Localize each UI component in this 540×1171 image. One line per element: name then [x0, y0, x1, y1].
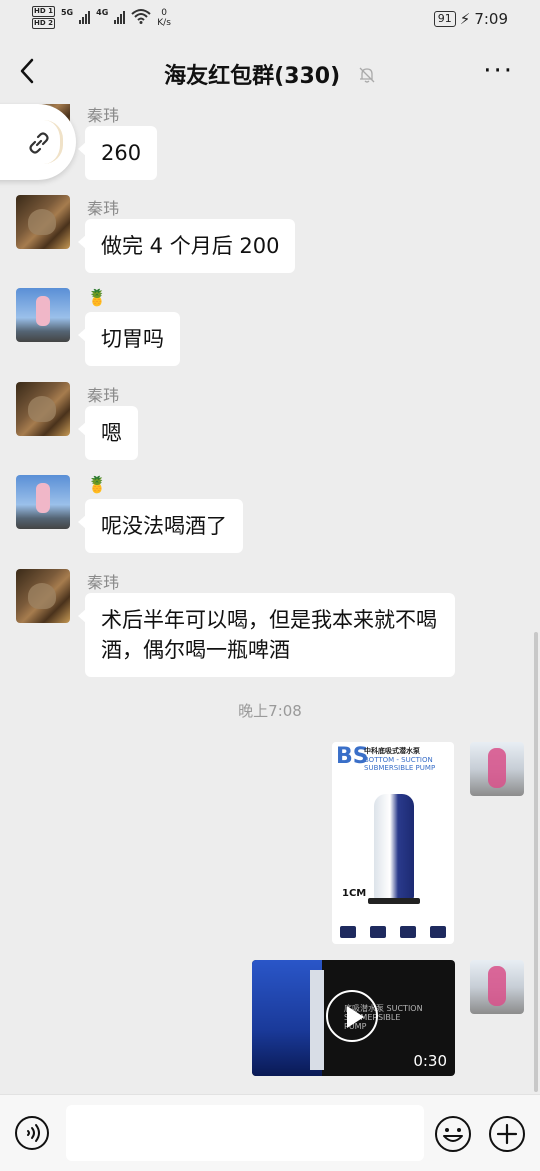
play-icon[interactable]	[326, 990, 378, 1042]
avatar[interactable]	[16, 382, 70, 436]
message-bubble[interactable]: 术后半年可以喝，但是我本来就不喝酒，偶尔喝一瓶啤酒	[78, 593, 455, 677]
sim2-label: HD 2	[32, 18, 55, 29]
pump-illustration	[374, 794, 414, 902]
video-thumbnail-detail	[310, 970, 324, 1070]
network-speed: 0 K/s	[157, 8, 171, 28]
clock: 7:09	[474, 10, 508, 28]
avatar[interactable]	[16, 288, 70, 342]
speed-value: 0	[161, 8, 167, 18]
video-message[interactable]: 底吸潜水泵 SUCTION SUBMERSIBLE PUMP 0:30	[252, 960, 455, 1076]
bell-muted-icon	[358, 65, 376, 90]
sender-name: 🍍	[87, 475, 107, 494]
floating-link-button[interactable]	[0, 104, 76, 180]
sender-name: 秦玮	[87, 199, 120, 218]
pump-title-cn: 中科底吸式潜水泵	[364, 747, 420, 755]
avatar[interactable]	[16, 195, 70, 249]
message-bubble[interactable]: 做完 4 个月后 200	[77, 219, 296, 273]
sim1-label: HD 1	[32, 6, 55, 17]
pump-title-en: BOTTOM - SUCTION SUBMERSIBLE PUMP	[364, 756, 436, 772]
emoji-icon[interactable]	[434, 1115, 472, 1153]
self-avatar[interactable]	[470, 742, 524, 796]
status-bar: HD 1 HD 2 5G 4G 0 K/s 91 ⚡ 7:09	[0, 0, 540, 40]
voice-icon[interactable]	[14, 1115, 50, 1151]
scrollbar[interactable]	[534, 632, 538, 1092]
charging-icon: ⚡	[459, 10, 471, 28]
chat-title: 海友红包群(330)	[164, 64, 341, 89]
more-dots-icon[interactable]: ···	[483, 58, 514, 84]
wifi-icon	[131, 8, 151, 28]
message-bubble[interactable]: 呢没法喝酒了	[78, 499, 243, 553]
timestamp: 晚上7:08	[238, 702, 302, 720]
sender-name: 秦玮	[87, 573, 120, 592]
sender-name: 秦玮	[87, 386, 120, 405]
image-message[interactable]: BS 中科底吸式潜水泵 BOTTOM - SUCTION SUBMERSIBLE…	[332, 742, 454, 944]
signal-icon-2	[114, 10, 126, 24]
chat-header: 海友红包群(330) ···	[0, 44, 540, 104]
message-bubble[interactable]: 嗯	[78, 406, 138, 460]
input-bar	[0, 1094, 540, 1171]
pump-base	[368, 898, 420, 904]
network-4g: 4G	[96, 8, 109, 17]
video-duration: 0:30	[413, 1052, 447, 1070]
sender-name: 秦玮	[87, 106, 120, 125]
message-list: 秦玮 260 秦玮 做完 4 个月后 200 🍍 切胃吗 秦玮 嗯 🍍 呢没法喝…	[0, 104, 540, 1094]
sim-indicator: HD 1 HD 2	[32, 6, 55, 29]
message-input[interactable]	[66, 1105, 424, 1161]
sender-name: 🍍	[87, 288, 107, 307]
chat-title-row: 海友红包群(330)	[0, 58, 540, 90]
pump-label: 1CM	[342, 888, 367, 899]
link-icon	[26, 130, 52, 160]
speed-unit: K/s	[157, 18, 171, 28]
self-avatar[interactable]	[470, 960, 524, 1014]
battery-icon: 91	[433, 11, 456, 27]
signal-icon	[79, 10, 91, 24]
network-5g: 5G	[60, 8, 74, 17]
message-bubble[interactable]: 260	[77, 126, 158, 180]
plus-icon[interactable]	[488, 1115, 526, 1153]
pump-feature-icons	[340, 926, 446, 938]
avatar[interactable]	[16, 569, 70, 623]
message-bubble[interactable]: 切胃吗	[78, 312, 180, 366]
avatar[interactable]	[16, 475, 70, 529]
